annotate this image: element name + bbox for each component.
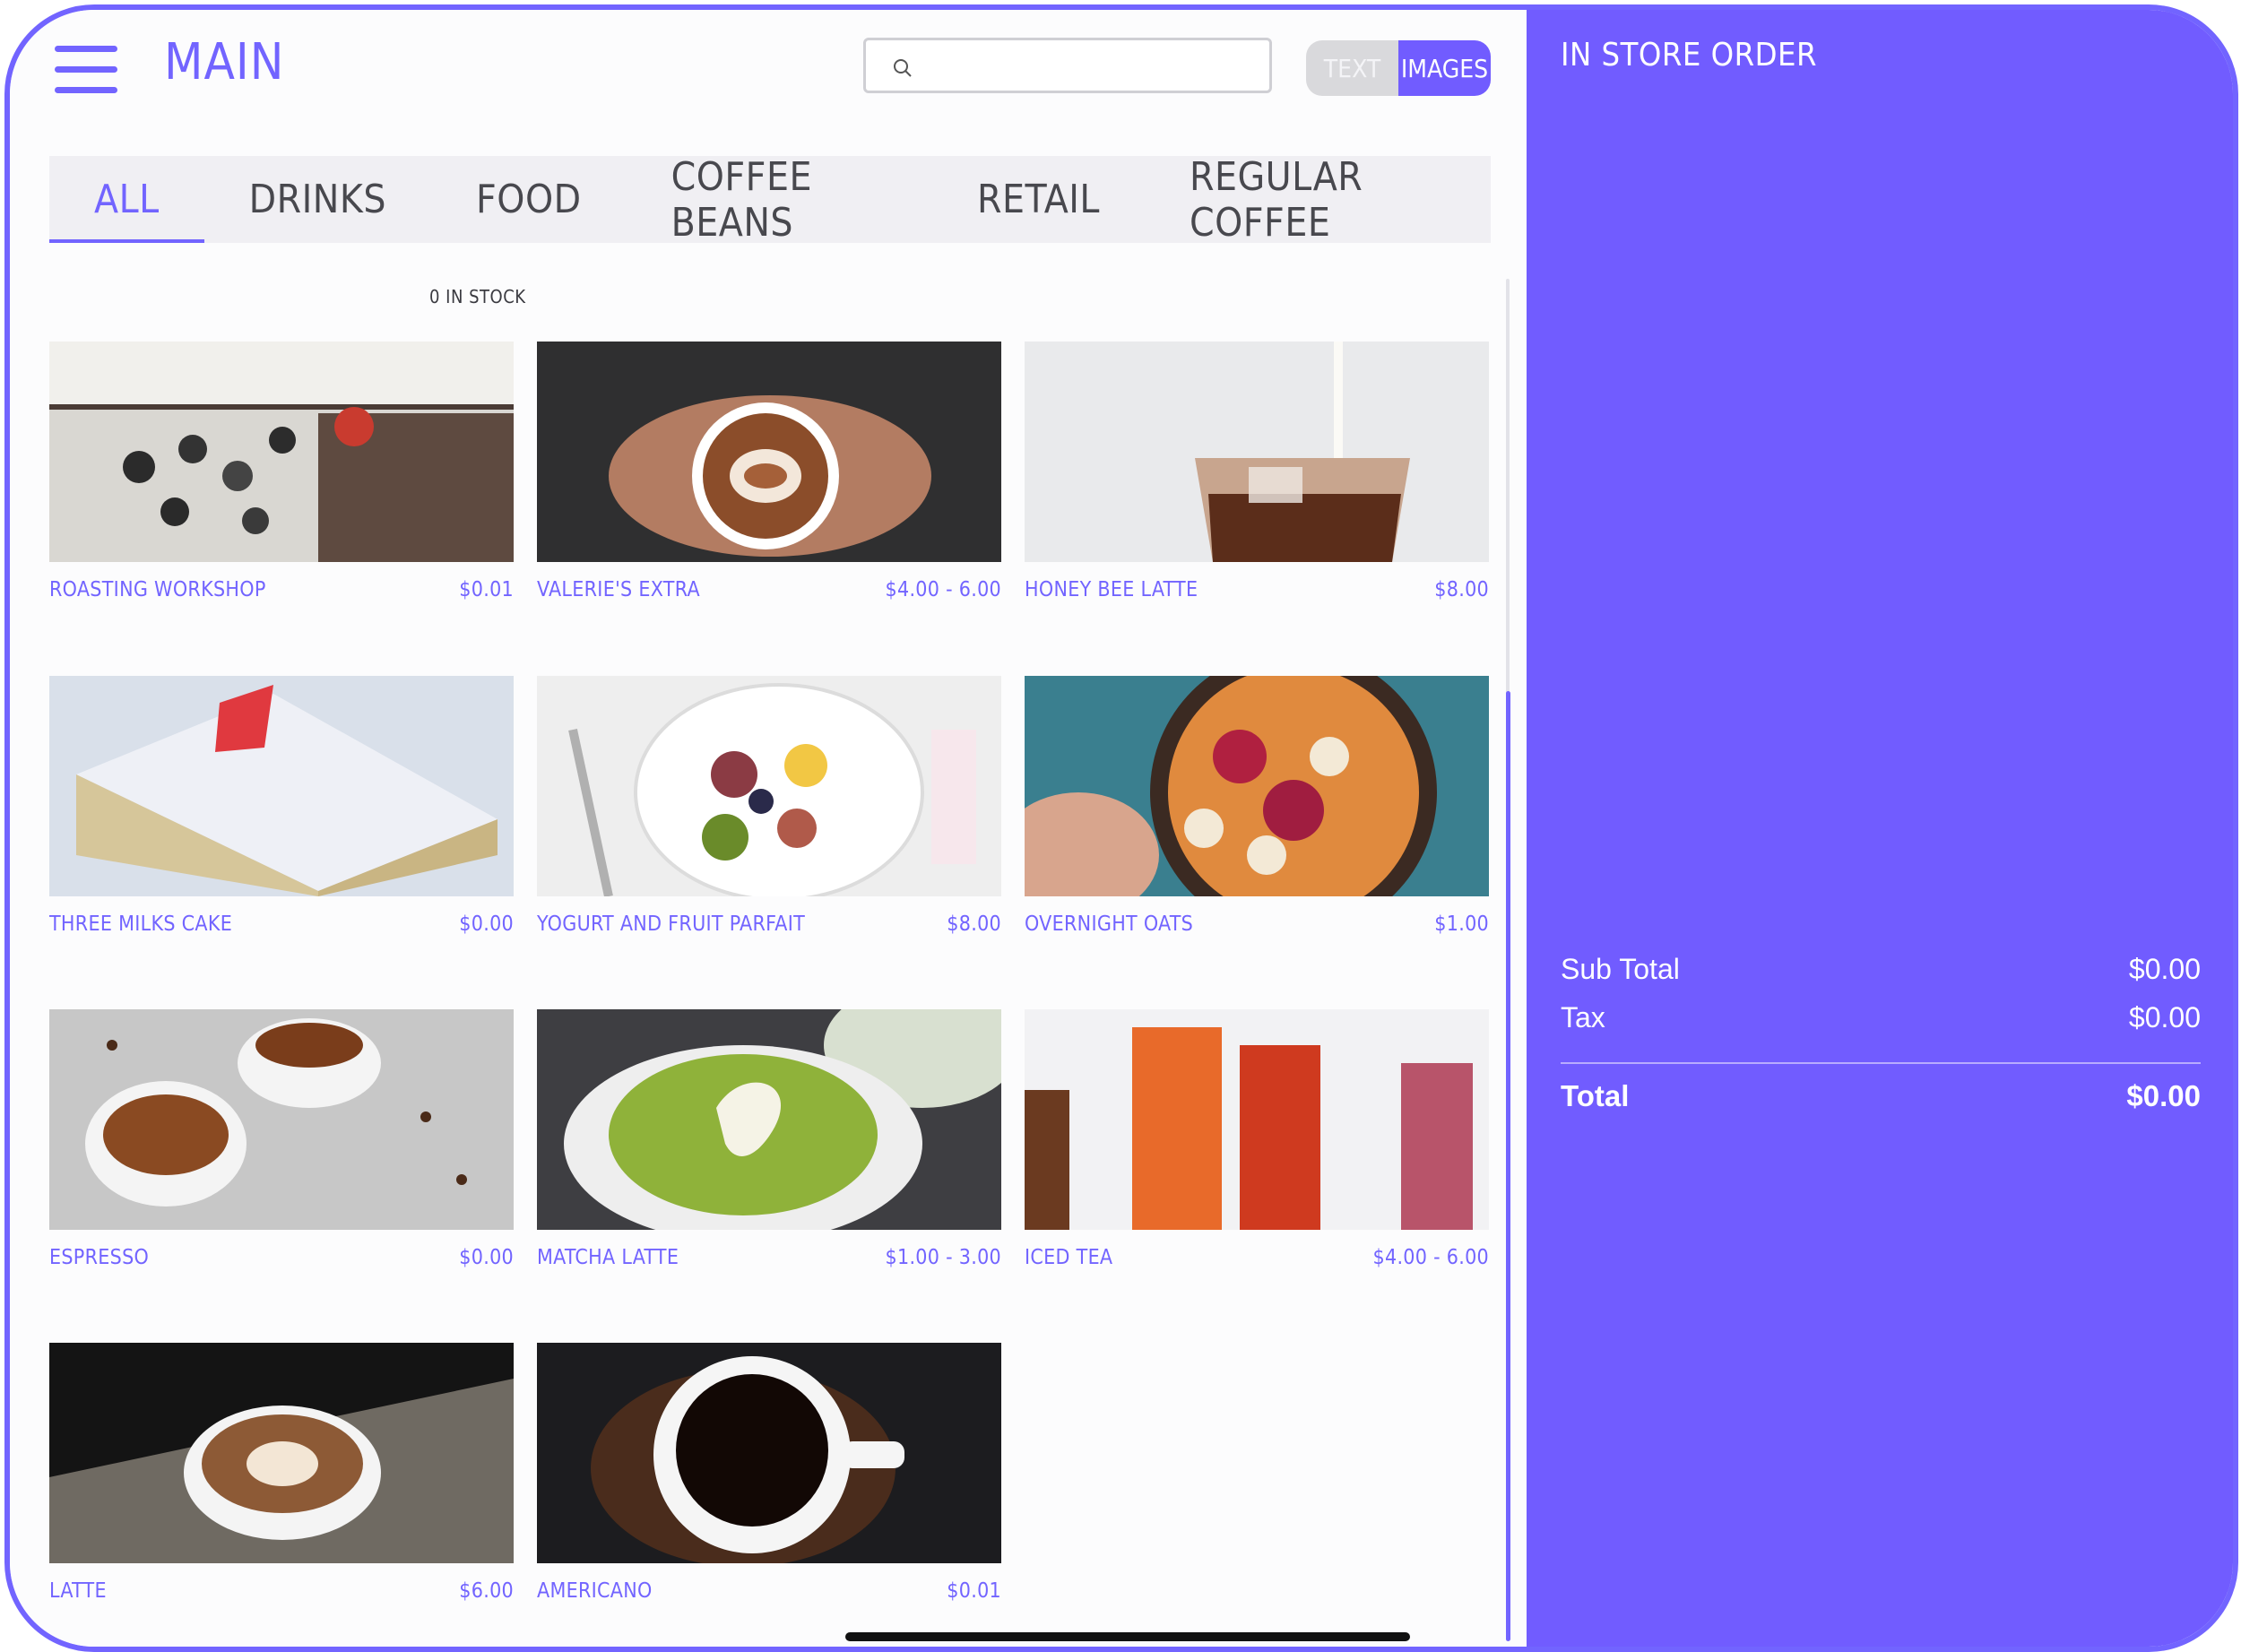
stock-note: 0 IN STOCK	[429, 286, 526, 307]
product-price: $0.01	[947, 1579, 1001, 1603]
tax-label: Tax	[1561, 1001, 1605, 1034]
home-indicator	[845, 1632, 1410, 1641]
product-price: $8.00	[1434, 578, 1489, 601]
product-name: ROASTING WORKSHOP	[49, 578, 266, 601]
matcha-latte-photo[interactable]	[537, 1009, 1001, 1230]
product-name: VALERIE'S EXTRA	[537, 578, 700, 601]
tab-coffee-beans[interactable]: COFFEE BEANS	[627, 154, 932, 246]
text-view-button[interactable]: TEXT	[1306, 40, 1398, 96]
app-window: MAIN TEXT IMAGES ALL DRINKS FOOD COFFEE …	[4, 4, 2238, 1652]
product-card[interactable]: ROASTING WORKSHOP $0.01	[49, 342, 514, 601]
page-title: MAIN	[164, 33, 285, 91]
product-name: LATTE	[49, 1579, 107, 1603]
product-name: AMERICANO	[537, 1579, 653, 1603]
total-row: Total $0.00	[1561, 1079, 2201, 1113]
catalog-pane: MAIN TEXT IMAGES ALL DRINKS FOOD COFFEE …	[10, 10, 1527, 1647]
tab-drinks[interactable]: DRINKS	[204, 156, 431, 243]
images-view-button[interactable]: IMAGES	[1398, 40, 1491, 96]
product-name: HONEY BEE LATTE	[1025, 578, 1198, 601]
tab-all[interactable]: ALL	[49, 156, 204, 243]
order-panel-title: IN STORE ORDER	[1561, 37, 1818, 74]
iced-latte-photo[interactable]	[1025, 342, 1489, 562]
product-card[interactable]: ICED TEA $4.00 - 6.00	[1025, 1009, 1489, 1269]
product-name: MATCHA LATTE	[537, 1246, 679, 1269]
tab-retail[interactable]: RETAIL	[932, 156, 1145, 243]
product-name: ICED TEA	[1025, 1246, 1113, 1269]
product-price: $8.00	[947, 912, 1001, 936]
menu-icon[interactable]	[55, 46, 117, 96]
product-price: $0.00	[459, 1246, 514, 1269]
product-card[interactable]: OVERNIGHT OATS $1.00	[1025, 676, 1489, 936]
total-label: Total	[1561, 1079, 1630, 1112]
product-card[interactable]: VALERIE'S EXTRA $4.00 - 6.00	[537, 342, 1001, 601]
product-name: YOGURT AND FRUIT PARFAIT	[537, 912, 806, 936]
product-card[interactable]: ESPRESSO $0.00	[49, 1009, 514, 1269]
iced-tea-photo[interactable]	[1025, 1009, 1489, 1230]
latte-photo[interactable]	[49, 1343, 514, 1563]
coffee-shop-photo[interactable]	[49, 342, 514, 562]
acai-bowl-photo[interactable]	[1025, 676, 1489, 896]
americano-photo[interactable]	[537, 1343, 1001, 1563]
product-card[interactable]: YOGURT AND FRUIT PARFAIT $8.00	[537, 676, 1001, 936]
divider	[1561, 1062, 2201, 1064]
product-name: OVERNIGHT OATS	[1025, 912, 1194, 936]
tax-row: Tax $0.00	[1561, 1001, 2201, 1034]
order-panel: IN STORE ORDER Sub Total $0.00 Tax $0.00…	[1527, 10, 2233, 1647]
subtotal-value: $0.00	[2128, 953, 2201, 985]
product-price: $4.00 - 6.00	[1372, 1246, 1489, 1269]
scrollbar-thumb[interactable]	[1506, 691, 1510, 1641]
search-input[interactable]	[929, 51, 1255, 85]
product-price: $1.00 - 3.00	[885, 1246, 1001, 1269]
product-price: $0.00	[459, 912, 514, 936]
product-price: $1.00	[1434, 912, 1489, 936]
product-name: ESPRESSO	[49, 1246, 150, 1269]
total-value: $0.00	[2126, 1079, 2201, 1112]
subtotal-label: Sub Total	[1561, 953, 1680, 985]
product-price: $0.01	[459, 578, 514, 601]
search-field[interactable]	[863, 38, 1272, 93]
product-name: THREE MILKS CAKE	[49, 912, 233, 936]
product-price: $4.00 - 6.00	[885, 578, 1001, 601]
tab-regular-coffee[interactable]: REGULAR COFFEE	[1145, 154, 1491, 246]
latte-art-cup-photo[interactable]	[537, 342, 1001, 562]
subtotal-row: Sub Total $0.00	[1561, 953, 2201, 986]
fruit-bowl-photo[interactable]	[537, 676, 1001, 896]
product-card[interactable]: THREE MILKS CAKE $0.00	[49, 676, 514, 936]
search-icon	[894, 59, 912, 77]
cake-slice-photo[interactable]	[49, 676, 514, 896]
view-toggle[interactable]: TEXT IMAGES	[1306, 40, 1491, 96]
category-tabs: ALL DRINKS FOOD COFFEE BEANS RETAIL REGU…	[49, 154, 1491, 246]
tab-food[interactable]: FOOD	[431, 156, 627, 243]
tax-value: $0.00	[2128, 1001, 2201, 1034]
product-card[interactable]: LATTE $6.00	[49, 1343, 514, 1603]
product-card[interactable]: AMERICANO $0.01	[537, 1343, 1001, 1603]
product-card[interactable]: MATCHA LATTE $1.00 - 3.00	[537, 1009, 1001, 1269]
product-price: $6.00	[459, 1579, 514, 1603]
espresso-cups-photo[interactable]	[49, 1009, 514, 1230]
product-card[interactable]: HONEY BEE LATTE $8.00	[1025, 342, 1489, 601]
